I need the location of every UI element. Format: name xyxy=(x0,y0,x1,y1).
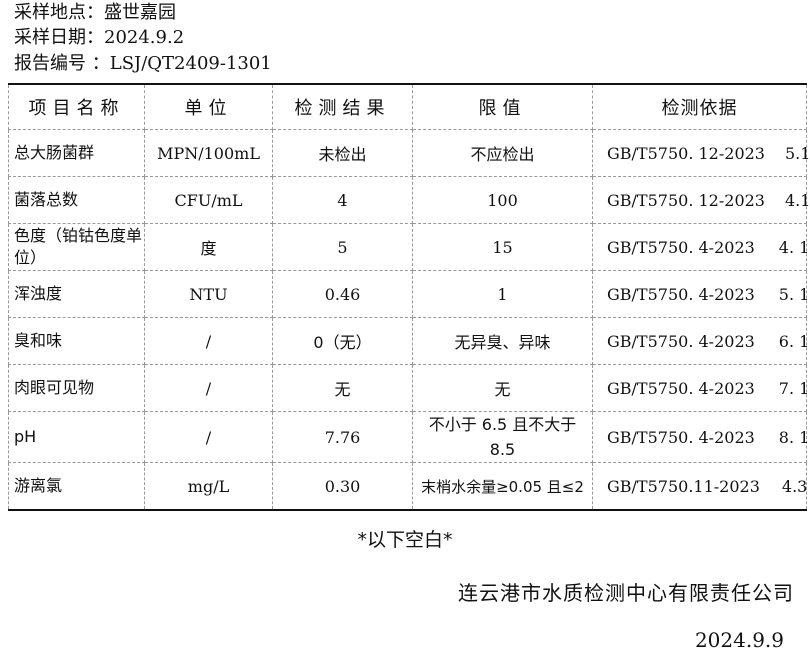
unit-text: 度 xyxy=(200,239,217,258)
limit-text: 无 xyxy=(494,380,511,399)
item-standard: GB/T5750. 12-2023 5.1 xyxy=(592,129,810,177)
table-row: 菌落总数 CFU/mL 4 100 GB/T5750. 12-2023 4.1 xyxy=(8,176,810,224)
standard-clause: 8. 1 xyxy=(778,427,810,447)
standard-code: GB/T5750.11-2023 xyxy=(607,476,760,496)
item-limit: 1 xyxy=(412,270,593,318)
item-unit: NTU xyxy=(144,270,273,318)
table-row: 臭和味 / 0（无） 无异臭、异味 GB/T5750. 4-2023 6. 1 xyxy=(8,317,810,365)
standard-clause: 7. 1 xyxy=(778,378,810,398)
sampling-location-label: 采样地点： xyxy=(14,2,104,23)
item-result: 5 xyxy=(272,223,413,271)
item-name: 浑浊度 xyxy=(8,270,145,318)
item-name: 臭和味 xyxy=(8,317,145,365)
item-result: 4 xyxy=(272,176,413,224)
item-limit: 100 xyxy=(412,176,593,224)
standard-code: GB/T5750. 4-2023 xyxy=(607,378,755,398)
blank-below-note: *以下空白* xyxy=(357,529,453,551)
standard-clause: 5. 1 xyxy=(778,284,810,304)
sampling-date-label: 采样日期： xyxy=(14,27,104,48)
standard-clause: 6. 1 xyxy=(778,331,810,351)
item-result: 7.76 xyxy=(272,411,413,463)
result-text: 未检出 xyxy=(318,145,367,164)
organization-name: 连云港市水质检测中心有限责任公司 xyxy=(458,581,794,605)
standard-code: GB/T5750. 12-2023 xyxy=(607,190,765,210)
item-result: 无 xyxy=(272,364,413,412)
item-name: 肉眼可见物 xyxy=(8,364,145,412)
header-limit: 限值 xyxy=(412,83,593,130)
standard-clause: 5.1 xyxy=(784,143,810,163)
standard-code: GB/T5750. 4-2023 xyxy=(607,237,755,257)
standard-clause: 4. 1 xyxy=(778,237,810,257)
item-limit: 无异臭、异味 xyxy=(412,317,593,365)
item-standard: GB/T5750. 12-2023 4.1 xyxy=(592,176,810,224)
header-result: 检测结果 xyxy=(272,83,413,130)
item-unit: MPN/100mL xyxy=(144,129,273,177)
report-number: 报告编号 ：LSJ/QT2409-1301 xyxy=(14,53,272,75)
table-row: 肉眼可见物 / 无 无 GB/T5750. 4-2023 7. 1 xyxy=(8,364,810,412)
item-result: 未检出 xyxy=(272,129,413,177)
limit-text: 无异臭、异味 xyxy=(454,333,551,352)
report-number-value: LSJ/QT2409-1301 xyxy=(109,53,272,74)
item-limit: 15 xyxy=(412,223,593,271)
item-standard: GB/T5750. 4-2023 4. 1 xyxy=(592,223,810,271)
item-name: pH xyxy=(8,411,145,463)
table-row: 游离氯 mg/L 0.30 末梢水余量≥0.05 且≤2 GB/T5750.11… xyxy=(8,462,808,511)
test-results-table: 项目名称 单位 检测结果 限值 检测依据 总大肠菌群 MPN/100mL 未检出… xyxy=(8,83,810,511)
item-standard: GB/T5750. 4-2023 5. 1 xyxy=(592,270,810,318)
result-text: 无 xyxy=(334,380,351,399)
sampling-location: 采样地点：盛世嘉园 xyxy=(14,2,176,24)
item-result: 0.30 xyxy=(272,462,413,511)
header-item-name: 项目名称 xyxy=(8,83,145,130)
item-unit: mg/L xyxy=(144,462,273,511)
limit-text: 末梢水余量≥0.05 且≤2 xyxy=(421,477,584,496)
item-standard: GB/T5750. 4-2023 6. 1 xyxy=(592,317,810,365)
sampling-location-value: 盛世嘉园 xyxy=(104,2,176,23)
item-name: 总大肠菌群 xyxy=(8,129,145,177)
item-name: 游离氯 xyxy=(8,462,145,511)
item-standard: GB/T5750. 4-2023 8. 1 xyxy=(592,411,810,463)
standard-code: GB/T5750. 4-2023 xyxy=(607,427,755,447)
result-text: 0（无） xyxy=(313,333,372,352)
item-unit: / xyxy=(144,364,273,412)
header-unit: 单位 xyxy=(144,83,273,130)
table-row: 色度（铂钴色度单位） 度 5 15 GB/T5750. 4-2023 4. 1 xyxy=(8,223,810,271)
item-unit: / xyxy=(144,317,273,365)
item-unit: CFU/mL xyxy=(144,176,273,224)
table-row: 总大肠菌群 MPN/100mL 未检出 不应检出 GB/T5750. 12-20… xyxy=(8,129,810,177)
item-name: 色度（铂钴色度单位） xyxy=(8,223,145,271)
standard-code: GB/T5750. 4-2023 xyxy=(607,284,755,304)
item-limit: 不小于 6.5 且不大于 8.5 xyxy=(412,411,593,463)
item-limit: 无 xyxy=(412,364,593,412)
report-date: 2024.9.9 xyxy=(694,628,784,652)
item-result: 0.46 xyxy=(272,270,413,318)
table-row: 浑浊度 NTU 0.46 1 GB/T5750. 4-2023 5. 1 xyxy=(8,270,810,318)
standard-clause: 4.1 xyxy=(784,190,810,210)
item-name: 菌落总数 xyxy=(8,176,145,224)
standard-clause: 4.3 xyxy=(781,476,808,496)
standard-code: GB/T5750. 4-2023 xyxy=(607,331,755,351)
limit-text: 不应检出 xyxy=(470,145,535,164)
report-number-label: 报告编号 ： xyxy=(14,53,110,74)
header-standard: 检测依据 xyxy=(592,83,807,130)
item-unit: 度 xyxy=(144,223,273,271)
table-row: pH / 7.76 不小于 6.5 且不大于 8.5 GB/T5750. 4-2… xyxy=(8,411,810,463)
sampling-date: 采样日期：2024.9.2 xyxy=(14,27,184,49)
table-header-row: 项目名称 单位 检测结果 限值 检测依据 xyxy=(8,83,807,130)
item-standard: GB/T5750.11-2023 4.3 xyxy=(592,462,808,511)
sampling-date-value: 2024.9.2 xyxy=(104,27,185,48)
limit-text: 不小于 6.5 且不大于 8.5 xyxy=(428,415,577,459)
item-limit: 不应检出 xyxy=(412,129,593,177)
item-unit: / xyxy=(144,411,273,463)
item-standard: GB/T5750. 4-2023 7. 1 xyxy=(592,364,810,412)
item-result: 0（无） xyxy=(272,317,413,365)
item-limit: 末梢水余量≥0.05 且≤2 xyxy=(412,462,593,511)
standard-code: GB/T5750. 12-2023 xyxy=(607,143,765,163)
